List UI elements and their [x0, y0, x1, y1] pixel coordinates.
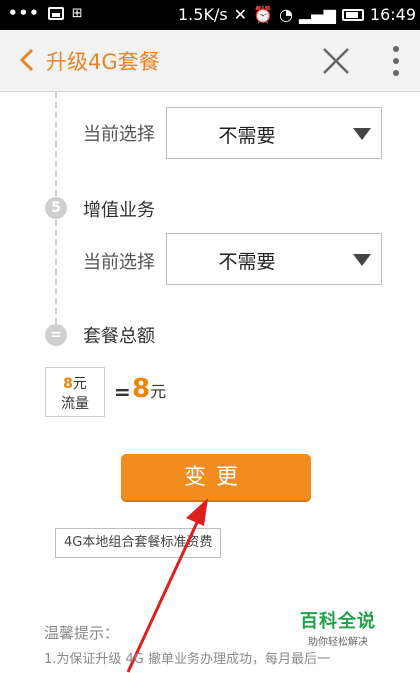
mute-icon: ✕	[233, 5, 248, 24]
red-annotation-arrow	[126, 498, 208, 673]
watermark-sub-text: 助你轻松解决	[308, 637, 368, 648]
title-bar: 升级4G套餐	[0, 30, 420, 92]
more-vertical-icon[interactable]	[392, 44, 400, 78]
select-value: 不需要	[218, 251, 276, 273]
equals-sign: =	[114, 380, 131, 404]
chevron-left-icon[interactable]	[16, 47, 38, 73]
signal-icon: ▂▄▆	[298, 5, 336, 24]
total-amount: 8元	[132, 374, 167, 404]
watermark-main-text: 百科全说	[300, 611, 376, 632]
alarm-icon: ⏰	[253, 5, 273, 24]
watermark-logo: 百科全说 助你轻松解决	[300, 607, 376, 648]
package-total-title: 套餐总额	[83, 326, 155, 347]
wifi-icon: ◔	[279, 5, 293, 24]
page-title: 升级4G套餐	[46, 50, 160, 74]
value-added-service-select[interactable]: 不需要	[166, 233, 382, 285]
clock: 16:49	[369, 5, 416, 24]
battery-icon	[341, 8, 364, 21]
package-content: 当前选择 不需要 5 增值业务 当前选择 不需要 = 套餐总额 8元 流量 = …	[0, 92, 420, 673]
select-value: 不需要	[218, 125, 276, 147]
step-number-badge: 5	[45, 197, 67, 219]
equals-badge: =	[45, 324, 67, 346]
tips-title: 温馨提示：	[44, 624, 120, 642]
notification-dots: •••	[8, 4, 40, 22]
grid-icon: ⊞	[71, 5, 83, 21]
fee-item-amount: 8元	[63, 376, 87, 392]
current-selection-label: 当前选择	[83, 252, 155, 273]
fee-item-name: 流量	[61, 396, 89, 412]
net-speed: 1.5K/s	[178, 5, 228, 24]
flow-package-select[interactable]: 不需要	[166, 107, 382, 159]
tips-text: 1.为保证升级 4G 撤单业务办理成功，每月最后一	[44, 652, 331, 667]
value-added-service-title: 增值业务	[83, 200, 155, 221]
dropdown-arrow-icon	[353, 254, 371, 266]
fee-item-box: 8元 流量	[45, 367, 105, 417]
close-icon[interactable]	[321, 46, 351, 76]
image-icon	[47, 6, 64, 20]
current-selection-label: 当前选择	[83, 124, 155, 145]
dropdown-arrow-icon	[353, 128, 371, 140]
status-bar: ••• ⊞ 1.5K/s ✕ ⏰ ◔ ▂▄▆ 16:49	[0, 0, 420, 30]
